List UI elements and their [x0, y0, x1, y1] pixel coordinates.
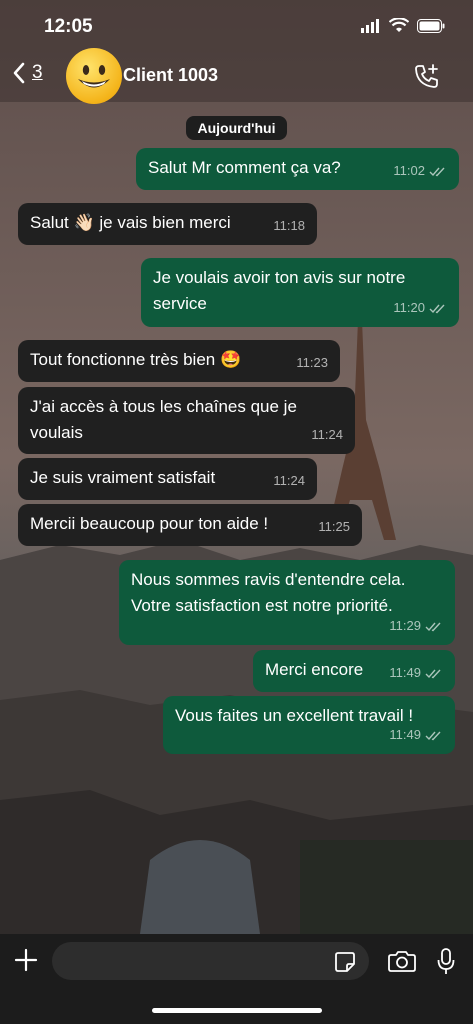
date-separator: Aujourd'hui: [185, 116, 288, 140]
unread-count: 3: [32, 62, 43, 83]
message-time: 11:24: [311, 427, 343, 442]
microphone-button[interactable]: [437, 948, 455, 981]
chat-header: 3 Client 1003: [0, 48, 473, 104]
camera-button[interactable]: [388, 950, 416, 977]
sticker-button[interactable]: [334, 951, 356, 978]
microphone-icon: [437, 948, 455, 974]
battery-icon: [417, 18, 445, 33]
message-bubble-incoming[interactable]: Mercii beaucoup pour ton aide ! 11:25: [18, 504, 362, 546]
message-meta: 11:24: [311, 422, 343, 448]
message-time: 11:23: [296, 355, 328, 370]
message-bubble-outgoing[interactable]: Salut Mr comment ça va? 11:02: [136, 148, 459, 190]
signal-icon: [361, 18, 379, 33]
message-text: Salut 👋🏻 je vais bien merci: [30, 213, 231, 232]
message-meta: 11:49: [389, 722, 443, 748]
message-time: 11:02: [393, 163, 425, 178]
message-time: 11:29: [389, 618, 421, 633]
avatar[interactable]: [66, 48, 122, 104]
message-text: Mercii beaucoup pour ton aide !: [30, 514, 269, 533]
message-bubble-incoming[interactable]: Tout fonctionne très bien 🤩 11:23: [18, 340, 340, 382]
attach-button[interactable]: [14, 948, 38, 977]
message-meta: 11:24: [273, 468, 305, 494]
message-bubble-outgoing[interactable]: Vous faites un excellent travail ! 11:49: [163, 696, 455, 754]
message-input[interactable]: [52, 942, 369, 980]
double-check-icon: [425, 622, 441, 631]
phone-plus-icon: [415, 64, 438, 88]
message-meta: 11:29: [389, 613, 443, 639]
smiley-face-icon: [78, 65, 110, 88]
message-meta: 11:49: [389, 660, 443, 686]
chevron-left-icon: [13, 62, 25, 84]
contact-name[interactable]: Client 1003: [123, 65, 218, 86]
message-bubble-outgoing[interactable]: Je voulais avoir ton avis sur notre serv…: [141, 258, 459, 327]
message-bubble-incoming[interactable]: Salut 👋🏻 je vais bien merci 11:18: [18, 203, 317, 245]
status-bar: 12:05: [0, 0, 473, 52]
message-text: Je suis vraiment satisfait: [30, 468, 216, 487]
double-check-icon: [425, 669, 441, 678]
camera-icon: [388, 951, 416, 972]
message-text: Tout fonctionne très bien 🤩: [30, 350, 242, 369]
sticker-icon: [335, 952, 355, 972]
home-indicator: [152, 1008, 322, 1013]
status-icons: [361, 18, 445, 33]
message-meta: 11:02: [393, 158, 447, 184]
status-time: 12:05: [44, 16, 93, 37]
message-time: 11:18: [273, 218, 305, 233]
message-meta: 11:18: [273, 213, 305, 239]
message-text: Nous sommes ravis d'entendre cela. Votre…: [131, 570, 406, 615]
message-time: 11:20: [393, 300, 425, 315]
message-meta: 11:23: [296, 350, 328, 376]
add-call-button[interactable]: [413, 62, 441, 95]
double-check-icon: [429, 167, 445, 176]
message-text: J'ai accès à tous les chaînes que je vou…: [30, 397, 297, 442]
message-bubble-incoming[interactable]: J'ai accès à tous les chaînes que je vou…: [18, 387, 355, 454]
double-check-icon: [429, 304, 445, 313]
message-bubble-outgoing[interactable]: Nous sommes ravis d'entendre cela. Votre…: [119, 560, 455, 645]
message-meta: 11:20: [393, 295, 447, 321]
message-time: 11:24: [273, 473, 305, 488]
plus-icon: [14, 948, 38, 972]
message-meta: 11:25: [318, 514, 350, 540]
message-bubble-incoming[interactable]: Je suis vraiment satisfait 11:24: [18, 458, 317, 500]
double-check-icon: [425, 731, 441, 740]
back-button[interactable]: 3: [12, 62, 43, 84]
message-bubble-outgoing[interactable]: Merci encore 11:49: [253, 650, 455, 692]
wifi-icon: [389, 18, 409, 32]
message-time: 11:49: [389, 665, 421, 680]
message-time: 11:49: [389, 727, 421, 742]
message-composer: [0, 934, 473, 1024]
message-time: 11:25: [318, 519, 350, 534]
